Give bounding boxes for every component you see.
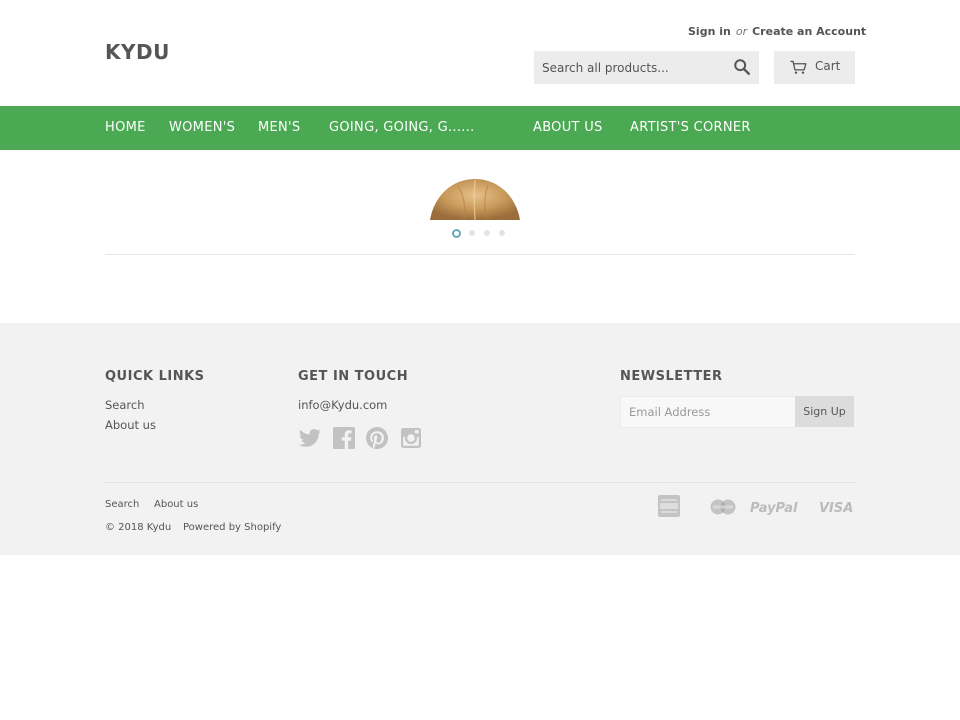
main-navigation: HOME WOMEN'S MEN'S GOING, GOING, G......…: [0, 106, 960, 150]
search-icon[interactable]: [733, 58, 751, 76]
footer-divider: [105, 482, 855, 483]
footer-link-about-us[interactable]: About us: [105, 418, 156, 432]
content-divider: [105, 254, 855, 255]
newsletter-title: NEWSLETTER: [620, 369, 723, 384]
instagram-icon[interactable]: [399, 426, 423, 450]
slide-dot-2[interactable]: [469, 230, 475, 236]
nav-item-womens[interactable]: WOMEN'S: [169, 120, 235, 135]
cart-label: Cart: [815, 59, 841, 73]
bottom-link-about-us[interactable]: About us: [154, 499, 198, 510]
newsletter-email-input[interactable]: [621, 397, 796, 427]
site-header: KYDU Sign in or Create an Account Cart: [0, 0, 960, 106]
slide-dot-4[interactable]: [499, 230, 505, 236]
hair-image: [430, 179, 520, 220]
get-in-touch-title: GET IN TOUCH: [298, 369, 409, 384]
powered-by-shopify-link[interactable]: Powered by Shopify: [183, 522, 281, 533]
quick-links-title: QUICK LINKS: [105, 369, 205, 384]
newsletter-email-field: [620, 396, 796, 428]
slide-dot-1[interactable]: [452, 229, 461, 238]
visa-icon: VISA: [819, 501, 854, 516]
newsletter-signup-button[interactable]: Sign Up: [795, 396, 854, 427]
cart-button[interactable]: Cart: [774, 51, 855, 84]
contact-email[interactable]: info@Kydu.com: [298, 398, 387, 412]
slide-dot-3[interactable]: [484, 230, 490, 236]
mastercard-icon: [710, 499, 736, 515]
account-links: Sign in or Create an Account: [688, 25, 866, 38]
nav-item-artists-corner[interactable]: ARTIST'S CORNER: [630, 120, 751, 135]
search-input[interactable]: [534, 51, 724, 84]
copyright-text: © 2018 Kydu: [105, 522, 172, 533]
or-separator: or: [735, 25, 748, 38]
sign-in-link[interactable]: Sign in: [688, 25, 731, 38]
slideshow-image[interactable]: [430, 178, 520, 220]
site-footer: QUICK LINKS Search About us GET IN TOUCH…: [0, 323, 960, 555]
nav-item-mens[interactable]: MEN'S: [258, 120, 300, 135]
nav-item-going-going[interactable]: GOING, GOING, G......: [329, 120, 475, 135]
footer-link-search[interactable]: Search: [105, 398, 145, 412]
nav-item-home[interactable]: HOME: [105, 120, 146, 135]
pinterest-icon[interactable]: [365, 426, 389, 450]
paypal-icon: PayPal: [750, 501, 798, 516]
search-form: [534, 51, 759, 84]
site-logo[interactable]: KYDU: [105, 40, 170, 64]
twitter-icon[interactable]: [298, 426, 322, 450]
facebook-icon[interactable]: [332, 426, 356, 450]
bottom-link-search[interactable]: Search: [105, 499, 139, 510]
create-account-link[interactable]: Create an Account: [752, 25, 866, 38]
nav-item-about-us[interactable]: ABOUT US: [533, 120, 603, 135]
cart-icon: [790, 60, 807, 74]
american-express-icon: [658, 495, 680, 517]
